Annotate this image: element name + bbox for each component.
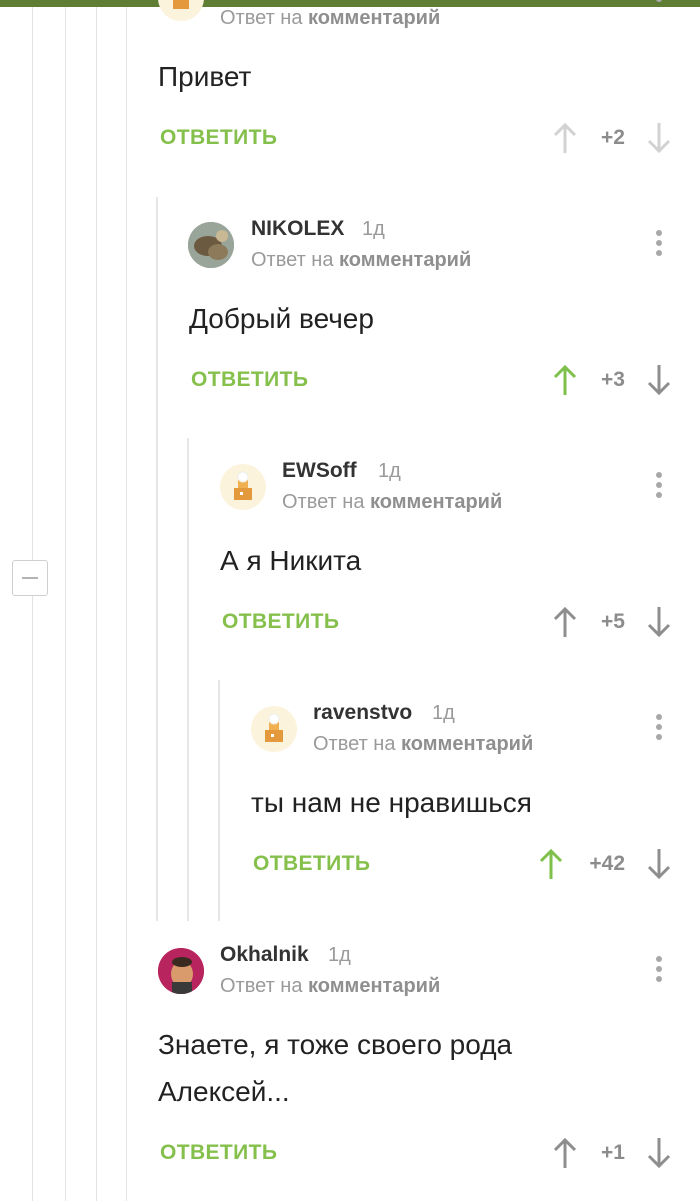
comment-text: ты нам не нравишься <box>251 787 532 818</box>
kebab-menu-icon[interactable] <box>655 956 663 986</box>
author-name[interactable]: NIKOLEX <box>251 217 344 241</box>
author-name[interactable]: ravenstvo <box>313 701 412 725</box>
timestamp: 1д <box>328 944 351 966</box>
thread-line <box>96 7 97 1201</box>
top-accent-bar <box>0 0 700 7</box>
reply-button[interactable]: ОТВЕТИТЬ <box>222 610 339 634</box>
thread-line <box>65 7 66 1201</box>
score: +2 <box>601 126 625 149</box>
upvote-arrow-icon[interactable] <box>537 848 565 880</box>
kebab-menu-icon[interactable] <box>655 230 663 260</box>
reply-to-link[interactable]: комментарий <box>308 975 440 997</box>
thread-line <box>218 680 220 921</box>
avatar[interactable] <box>158 948 204 994</box>
reply-to-link[interactable]: комментарий <box>401 733 533 755</box>
kebab-menu-icon[interactable] <box>655 472 663 502</box>
comment-text-line: Знаете, я тоже своего рода <box>158 1029 513 1060</box>
comment-text-line: Алексей... <box>158 1076 290 1107</box>
downvote-arrow-icon[interactable] <box>645 364 673 396</box>
avatar[interactable] <box>158 0 204 21</box>
score: +3 <box>601 368 625 391</box>
thread-line <box>187 438 189 921</box>
score: +42 <box>589 852 625 875</box>
score: +5 <box>601 610 625 633</box>
reply-button[interactable]: ОТВЕТИТЬ <box>191 368 308 392</box>
reply-to-label: Ответ на комментарий <box>282 491 503 513</box>
reply-to-label: Ответ на комментарий <box>313 733 534 755</box>
avatar[interactable] <box>251 706 297 752</box>
reply-to-link[interactable]: комментарий <box>370 491 502 513</box>
kebab-menu-icon[interactable] <box>655 714 663 744</box>
comment-text: Привет <box>158 61 252 92</box>
collapse-thread-button[interactable] <box>12 560 48 596</box>
reply-button[interactable]: ОТВЕТИТЬ <box>160 126 277 150</box>
timestamp: 1д <box>362 218 385 240</box>
downvote-arrow-icon[interactable] <box>645 606 673 638</box>
timestamp: 1д <box>378 460 401 482</box>
downvote-arrow-icon[interactable] <box>645 122 673 154</box>
author-name[interactable]: EWSoff <box>282 459 357 483</box>
author-name[interactable]: Okhalnik <box>220 943 309 967</box>
kebab-menu-icon[interactable] <box>655 0 663 6</box>
reply-to-link[interactable]: комментарий <box>308 7 440 29</box>
thread-line <box>32 7 33 1201</box>
timestamp: 1д <box>432 702 455 724</box>
reply-to-label: Ответ на комментарий <box>220 7 441 29</box>
score: +1 <box>601 1141 625 1164</box>
reply-to-label: Ответ на комментарий <box>220 975 441 997</box>
reply-button[interactable]: ОТВЕТИТЬ <box>253 852 370 876</box>
comment-text: Добрый вечер <box>189 303 374 334</box>
downvote-arrow-icon[interactable] <box>645 1137 673 1169</box>
reply-button[interactable]: ОТВЕТИТЬ <box>160 1141 277 1165</box>
reply-to-link[interactable]: комментарий <box>339 249 471 271</box>
avatar[interactable] <box>220 464 266 510</box>
comment-text: А я Никита <box>220 545 362 576</box>
collapse-icon <box>22 577 38 579</box>
reply-to-label: Ответ на комментарий <box>251 249 472 271</box>
thread-line <box>156 197 158 921</box>
avatar[interactable] <box>188 222 234 268</box>
thread-line <box>126 7 127 1201</box>
downvote-arrow-icon[interactable] <box>645 848 673 880</box>
